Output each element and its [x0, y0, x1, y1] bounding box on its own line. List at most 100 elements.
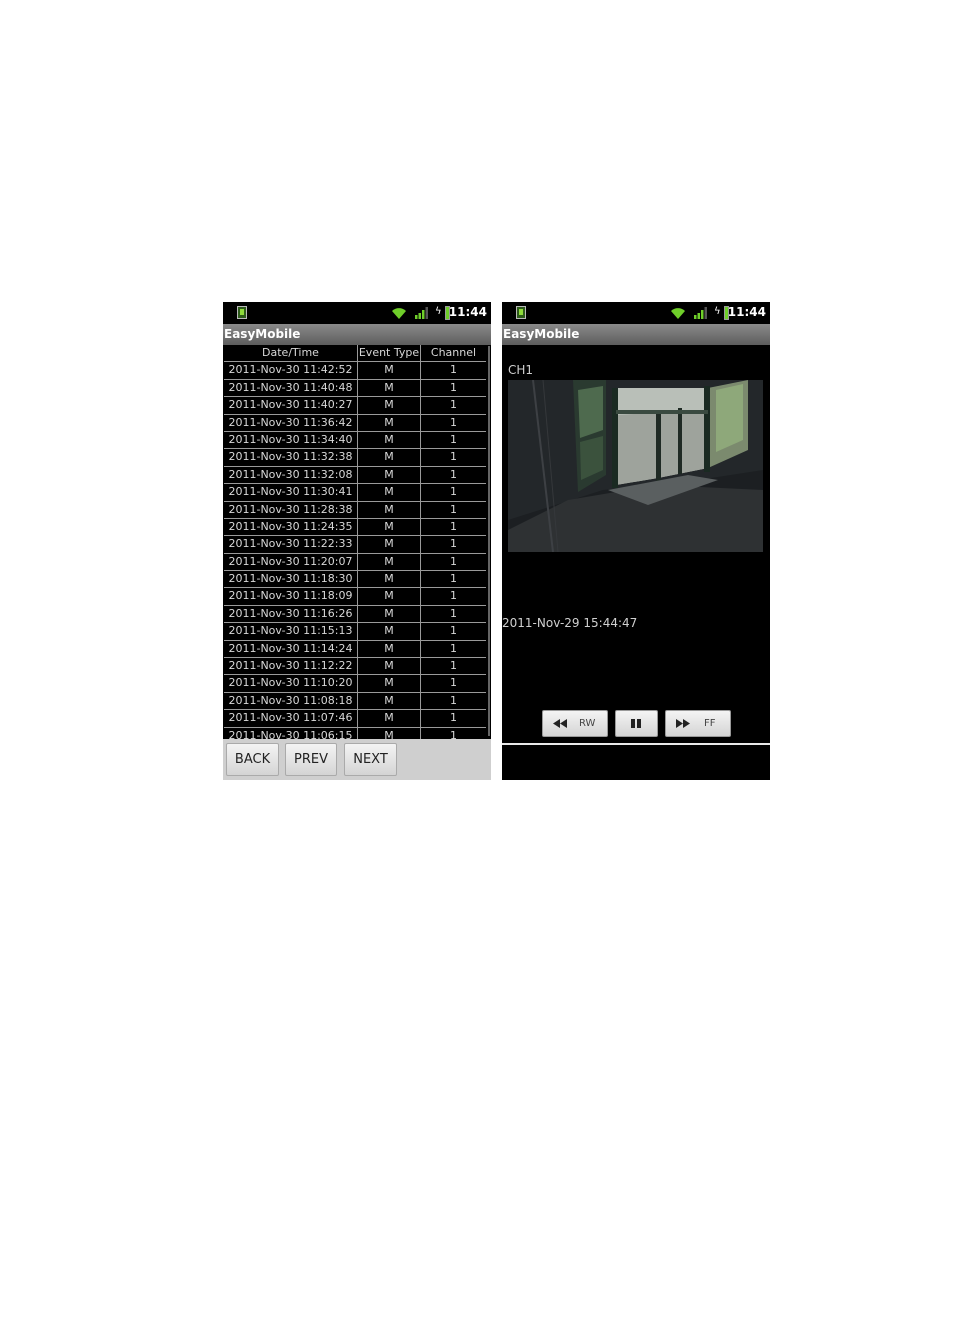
table-row[interactable]: 2011-Nov-30 11:40:48 M 1 [224, 379, 486, 398]
bottom-divider [502, 743, 770, 745]
table-row[interactable]: 2011-Nov-30 11:28:38 M 1 [224, 501, 486, 519]
table-row[interactable]: 2011-Nov-30 11:07:46 M 1 [224, 710, 486, 728]
cell-event-type: M [358, 692, 421, 710]
table-row[interactable]: 2011-Nov-30 11:08:18 M 1 [224, 692, 486, 711]
cell-event-type: M [358, 379, 421, 397]
channel-label: CH1 [508, 363, 534, 377]
table-row[interactable]: 2011-Nov-30 11:14:24 M 1 [224, 640, 486, 659]
table-row[interactable]: 2011-Nov-30 11:18:30 M 1 [224, 571, 486, 589]
table-row[interactable]: 2011-Nov-30 11:20:07 M 1 [224, 553, 486, 572]
cell-datetime: 2011-Nov-30 11:22:33 [224, 536, 358, 553]
cell-channel: 1 [450, 467, 457, 481]
cell-event-type: M [358, 605, 421, 623]
cell-channel: 1 [450, 398, 457, 412]
cell-event-type: M [358, 710, 421, 727]
cell-channel: 1 [450, 676, 457, 690]
scrollbar[interactable] [488, 346, 490, 736]
table-row[interactable]: 2011-Nov-30 11:24:35 M 1 [224, 518, 486, 537]
cell-channel: 1 [450, 693, 457, 707]
table-header: Date/Time Event Type Channel [224, 345, 486, 363]
cell-channel: 1 [450, 711, 457, 725]
cell-datetime: 2011-Nov-30 11:07:46 [224, 710, 358, 727]
cell-channel: 1 [450, 519, 457, 533]
header-event-type: Event Type [358, 345, 421, 362]
notification-icon [516, 306, 526, 319]
signal-icon [694, 307, 707, 319]
cell-datetime: 2011-Nov-30 11:40:27 [224, 397, 358, 414]
cell-datetime: 2011-Nov-30 11:16:26 [224, 605, 358, 623]
fast-forward-icon [676, 719, 690, 728]
cell-channel: 1 [450, 380, 457, 394]
cell-datetime: 2011-Nov-30 11:20:07 [224, 553, 358, 571]
cell-channel: 1 [450, 554, 457, 568]
table-row[interactable]: 2011-Nov-30 11:36:42 M 1 [224, 414, 486, 432]
back-button[interactable]: BACK [226, 743, 279, 776]
cell-datetime: 2011-Nov-30 11:30:41 [224, 484, 358, 501]
cell-event-type: M [358, 675, 421, 692]
rewind-label: RW [579, 718, 596, 729]
charging-icon: ϟ [435, 306, 442, 317]
wifi-icon [392, 308, 406, 319]
table-row[interactable]: 2011-Nov-30 11:34:40 M 1 [224, 431, 486, 450]
table-row[interactable]: 2011-Nov-30 11:12:22 M 1 [224, 658, 486, 676]
cell-channel: 1 [450, 537, 457, 551]
table-row[interactable]: 2011-Nov-30 11:32:08 M 1 [224, 466, 486, 485]
notification-icon [237, 306, 247, 319]
rewind-button[interactable]: RW [542, 710, 608, 737]
camera-image [508, 380, 763, 552]
cell-event-type: M [358, 658, 421, 675]
status-bar: ϟ 11:44 [502, 302, 770, 324]
app-title: EasyMobile [502, 324, 770, 345]
cell-event-type: M [358, 588, 421, 605]
cell-datetime: 2011-Nov-30 11:15:13 [224, 623, 358, 640]
header-datetime: Date/Time [224, 345, 358, 362]
table-row[interactable]: 2011-Nov-30 11:22:33 M 1 [224, 536, 486, 554]
cell-channel: 1 [450, 363, 457, 377]
cell-datetime: 2011-Nov-30 11:18:09 [224, 588, 358, 605]
wifi-icon [671, 308, 685, 319]
signal-icon [415, 307, 428, 319]
video-frame[interactable] [508, 380, 763, 552]
table-row[interactable]: 2011-Nov-30 11:18:09 M 1 [224, 588, 486, 606]
cell-event-type: M [358, 362, 421, 379]
cell-channel: 1 [450, 415, 457, 429]
next-button[interactable]: NEXT [344, 743, 397, 776]
table-row[interactable]: 2011-Nov-30 11:32:38 M 1 [224, 449, 486, 467]
cell-event-type: M [358, 484, 421, 501]
table-row[interactable]: 2011-Nov-30 11:42:52 M 1 [224, 362, 486, 380]
prev-button[interactable]: PREV [285, 743, 337, 776]
cell-event-type: M [358, 449, 421, 466]
cell-channel: 1 [450, 589, 457, 603]
bottom-button-bar: BACK PREV NEXT [223, 739, 491, 780]
cell-event-type: M [358, 431, 421, 449]
status-time: 11:44 [727, 305, 766, 319]
cell-datetime: 2011-Nov-30 11:18:30 [224, 571, 358, 588]
cell-datetime: 2011-Nov-30 11:32:38 [224, 449, 358, 466]
charging-icon: ϟ [714, 306, 721, 317]
cell-event-type: M [358, 466, 421, 484]
cell-datetime: 2011-Nov-30 11:36:42 [224, 414, 358, 431]
cell-datetime: 2011-Nov-30 11:42:52 [224, 362, 358, 379]
cell-channel: 1 [450, 624, 457, 638]
cell-channel: 1 [450, 606, 457, 620]
playback-timestamp: 2011-Nov-29 15:44:47 [502, 616, 638, 630]
cell-channel: 1 [450, 450, 457, 464]
cell-event-type: M [358, 571, 421, 588]
cell-datetime: 2011-Nov-30 11:12:22 [224, 658, 358, 675]
cell-event-type: M [358, 397, 421, 414]
table-row[interactable]: 2011-Nov-30 11:40:27 M 1 [224, 397, 486, 415]
cell-event-type: M [358, 623, 421, 640]
pause-button[interactable] [615, 710, 658, 737]
cell-datetime: 2011-Nov-30 11:24:35 [224, 518, 358, 536]
cell-event-type: M [358, 640, 421, 658]
event-table: Date/Time Event Type Channel 2011-Nov-30… [224, 345, 486, 745]
table-row[interactable]: 2011-Nov-30 11:16:26 M 1 [224, 605, 486, 624]
cell-channel: 1 [450, 485, 457, 499]
cell-channel: 1 [450, 502, 457, 516]
table-row[interactable]: 2011-Nov-30 11:30:41 M 1 [224, 484, 486, 502]
table-row[interactable]: 2011-Nov-30 11:15:13 M 1 [224, 623, 486, 641]
cell-datetime: 2011-Nov-30 11:08:18 [224, 692, 358, 710]
fast-forward-button[interactable]: FF [665, 710, 731, 737]
status-time: 11:44 [448, 305, 487, 319]
table-row[interactable]: 2011-Nov-30 11:10:20 M 1 [224, 675, 486, 693]
